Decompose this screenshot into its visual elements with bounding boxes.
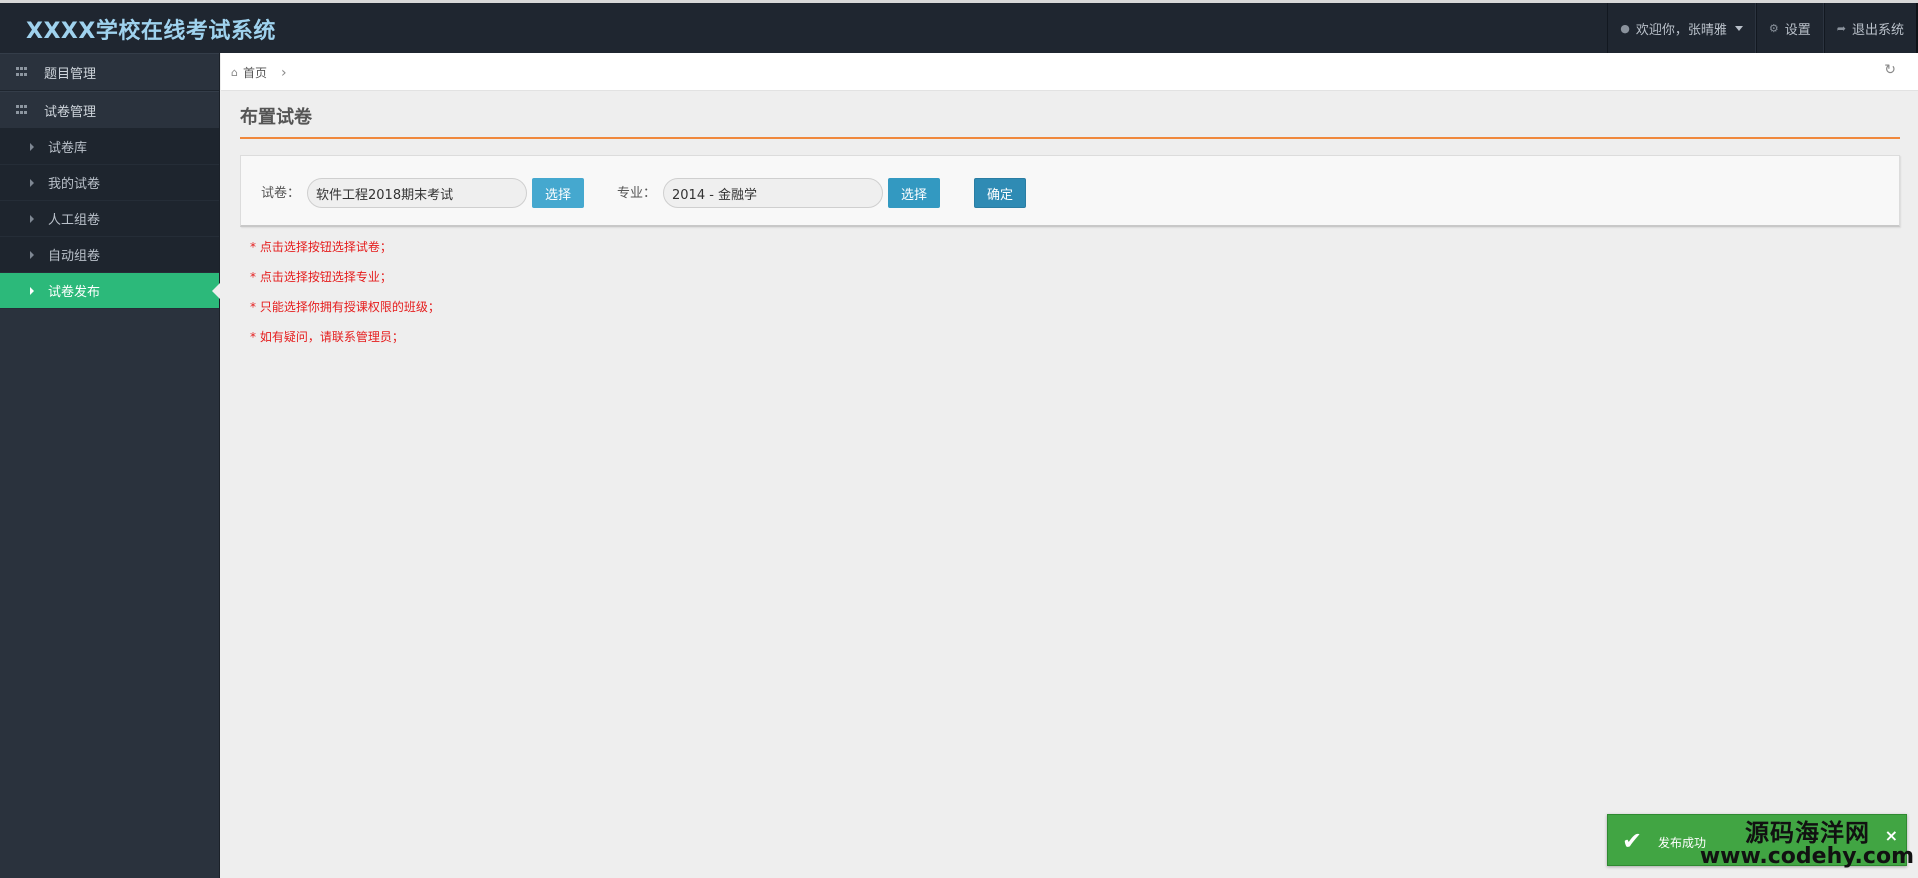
- choose-paper-button[interactable]: 选择: [532, 178, 584, 208]
- chevron-right-icon: ›: [281, 64, 287, 81]
- grid-icon: [16, 105, 30, 115]
- watermark: 源码海洋网 www.codehy.com: [1700, 820, 1914, 868]
- caret-right-icon: [30, 286, 34, 295]
- settings-label: 设置: [1784, 22, 1811, 38]
- check-icon: ✔: [1622, 827, 1643, 855]
- caret-right-icon: [30, 178, 34, 187]
- sidebar-item-label: 自动组卷: [48, 249, 101, 264]
- sidebar-item-auto-compose[interactable]: 自动组卷: [0, 237, 219, 273]
- breadcrumb-bar: ⌂ 首页 › ↻: [221, 53, 1918, 91]
- choose-major-button[interactable]: 选择: [888, 178, 940, 208]
- publish-form: 试卷： 选择 专业： 选择 确定: [240, 155, 1900, 227]
- toast-message: 发布成功: [1658, 836, 1707, 850]
- sidebar-item-publish-paper[interactable]: 试卷发布: [0, 273, 220, 309]
- breadcrumb-home[interactable]: 首页: [243, 64, 267, 81]
- sidebar-group-papers[interactable]: 试卷管理: [0, 91, 219, 129]
- breadcrumb: ⌂ 首页 ›: [231, 64, 287, 81]
- caret-right-icon: [30, 214, 34, 223]
- sidebar-item-label: 试卷库: [48, 141, 88, 156]
- sidebar-group-label: 试卷管理: [44, 104, 97, 120]
- user-icon: ●: [1620, 21, 1630, 35]
- sidebar-item-label: 人工组卷: [48, 213, 101, 228]
- major-label: 专业：: [617, 186, 657, 201]
- sidebar-item-paper-bank[interactable]: 试卷库: [0, 129, 219, 165]
- caret-down-icon: [1734, 25, 1743, 31]
- user-menu[interactable]: ● 欢迎你，张晴雅: [1607, 3, 1756, 53]
- sidebar-item-label: 我的试卷: [48, 177, 101, 192]
- share-icon: ➦: [1836, 21, 1846, 35]
- sidebar-group-questions[interactable]: 题目管理: [0, 53, 219, 91]
- sidebar-item-label: 试卷发布: [48, 285, 101, 300]
- top-navbar: XXXX学校在线考试系统 ● 欢迎你，张晴雅 ⚙ 设置 ➦ 退出系统: [0, 0, 1918, 53]
- refresh-icon[interactable]: ↻: [1884, 62, 1896, 78]
- welcome-text: 欢迎你，张晴雅: [1635, 22, 1727, 38]
- tip-item: * 只能选择你拥有授课权限的班级；: [250, 300, 440, 314]
- sidebar-item-my-papers[interactable]: 我的试卷: [0, 165, 219, 201]
- caret-right-icon: [30, 250, 34, 259]
- logout-button[interactable]: ➦ 退出系统: [1823, 3, 1918, 53]
- sidebar-item-manual-compose[interactable]: 人工组卷: [0, 201, 219, 237]
- sidebar-group-label: 题目管理: [44, 66, 97, 82]
- paper-label: 试卷：: [261, 186, 301, 201]
- caret-right-icon: [30, 142, 34, 151]
- app-title[interactable]: XXXX学校在线考试系统: [26, 13, 276, 45]
- list-icon: [16, 67, 30, 77]
- title-divider: [240, 137, 1900, 139]
- tip-item: * 点击选择按钮选择专业；: [250, 270, 392, 284]
- tip-item: * 点击选择按钮选择试卷；: [250, 240, 392, 254]
- settings-button[interactable]: ⚙ 设置: [1755, 3, 1824, 53]
- watermark-name: 源码海洋网: [1745, 819, 1870, 847]
- major-input[interactable]: [663, 178, 883, 208]
- confirm-button[interactable]: 确定: [974, 178, 1026, 208]
- sidebar-submenu: 试卷库 我的试卷 人工组卷 自动组卷 试卷发布: [0, 129, 220, 309]
- paper-input[interactable]: [307, 178, 527, 208]
- gear-icon: ⚙: [1768, 21, 1779, 35]
- tip-item: * 如有疑问，请联系管理员；: [250, 330, 404, 344]
- logout-label: 退出系统: [1851, 22, 1904, 38]
- page-title: 布置试卷: [240, 107, 312, 128]
- navbar-right: ● 欢迎你，张晴雅 ⚙ 设置 ➦ 退出系统: [1607, 3, 1918, 53]
- watermark-url: www.codehy.com: [1699, 844, 1914, 869]
- sidebar: 题目管理 试卷管理 试卷库 我的试卷 人工组卷 自动组卷 试卷发布: [0, 53, 220, 878]
- tips-list: * 点击选择按钮选择试卷； * 点击选择按钮选择专业； * 只能选择你拥有授课权…: [250, 240, 440, 360]
- home-icon: ⌂: [231, 66, 238, 79]
